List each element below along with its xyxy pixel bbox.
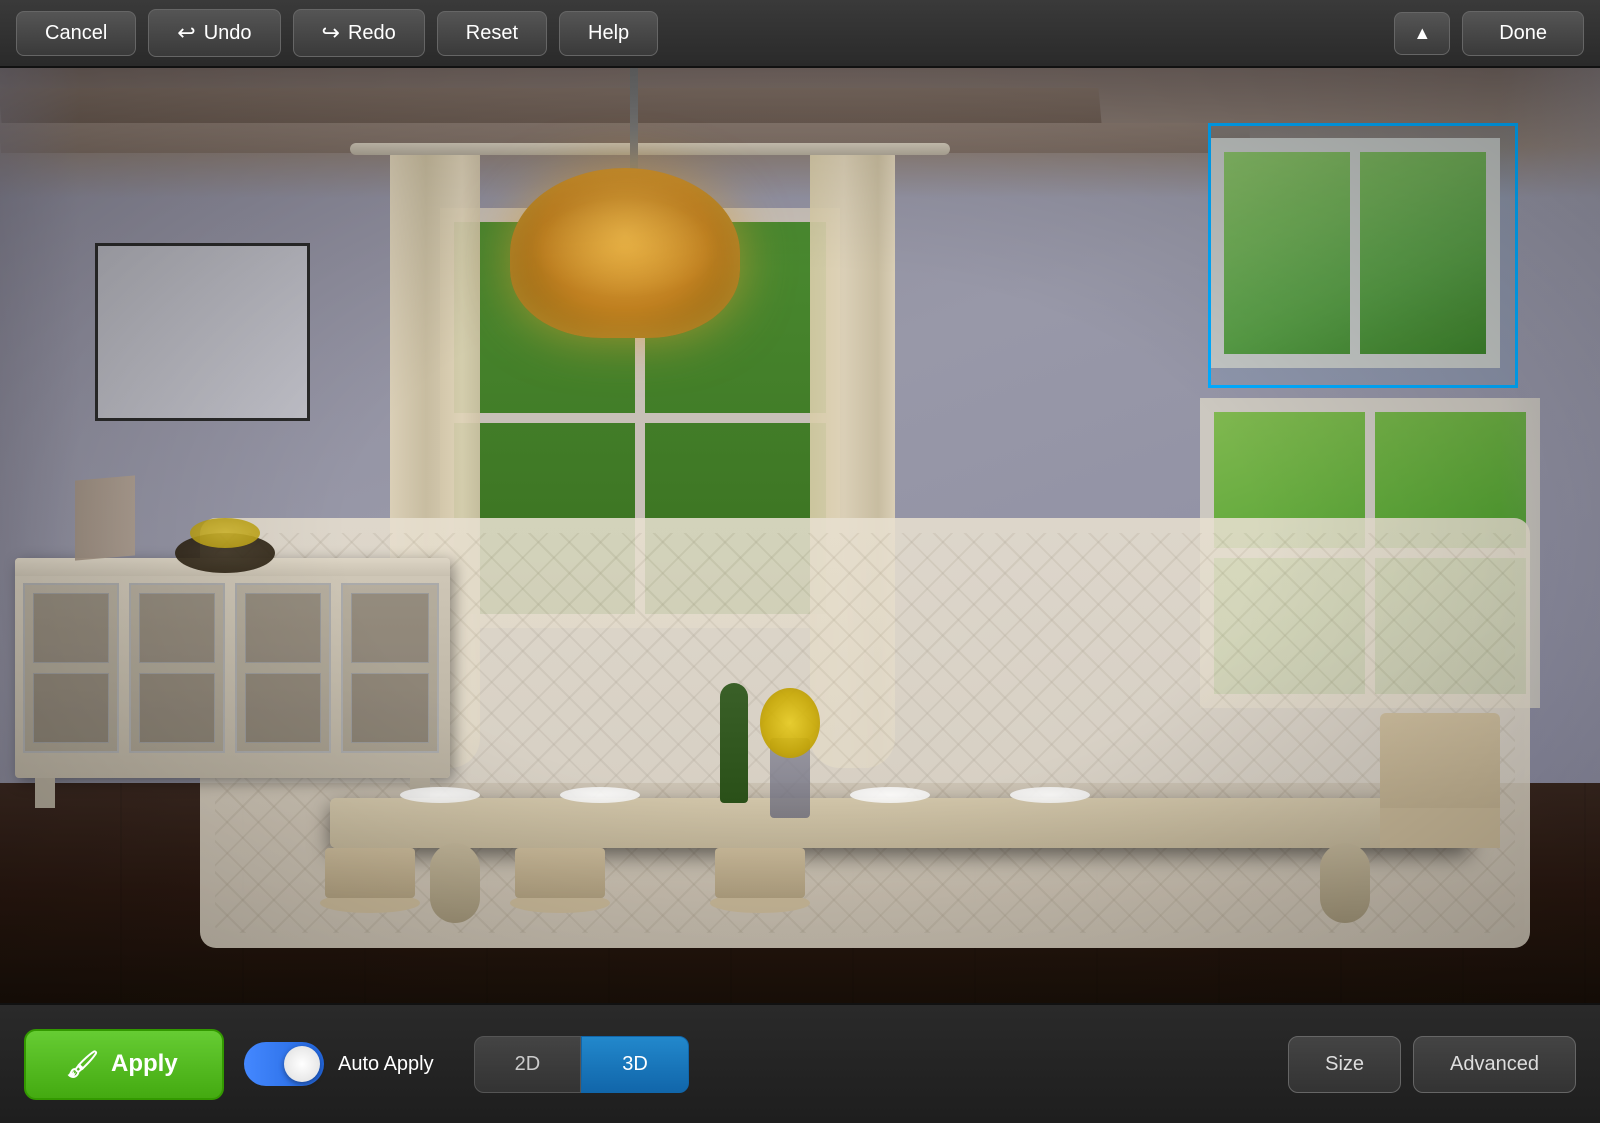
top-toolbar: Cancel ↩ Undo ↪ Redo Reset Help ▲ Done bbox=[0, 0, 1600, 68]
view-toggle-group: 2D 3D bbox=[474, 1036, 689, 1093]
reset-label: Reset bbox=[466, 22, 518, 45]
wine-bottle bbox=[720, 683, 748, 803]
reset-button[interactable]: Reset bbox=[437, 11, 547, 56]
curtain-rod bbox=[350, 143, 950, 155]
books bbox=[75, 475, 135, 560]
help-label: Help bbox=[588, 22, 629, 45]
auto-apply-label: Auto Apply bbox=[338, 1053, 434, 1076]
apply-button[interactable]: 🖌 Apply bbox=[24, 1029, 224, 1100]
chair-front-left bbox=[310, 753, 430, 913]
fruit-bowl bbox=[175, 533, 275, 573]
undo-label: Undo bbox=[204, 22, 252, 45]
collapse-button[interactable]: ▲ bbox=[1394, 12, 1450, 55]
bottom-right-buttons: Size Advanced bbox=[1288, 1036, 1576, 1093]
chair-front-center-left bbox=[500, 753, 620, 913]
wall-frame bbox=[95, 243, 310, 421]
bottom-toolbar: 🖌 Apply Auto Apply 2D 3D Size Advanced bbox=[0, 1003, 1600, 1123]
cancel-label: Cancel bbox=[45, 22, 107, 45]
room-scene bbox=[0, 68, 1600, 1003]
view-2d-label: 2D bbox=[515, 1053, 541, 1075]
undo-button[interactable]: ↩ Undo bbox=[148, 9, 280, 57]
plate-1 bbox=[400, 787, 480, 803]
window-right-top bbox=[1210, 138, 1500, 368]
done-label: Done bbox=[1499, 22, 1547, 44]
advanced-button[interactable]: Advanced bbox=[1413, 1036, 1576, 1093]
auto-apply-toggle[interactable] bbox=[244, 1042, 324, 1086]
redo-icon: ↪ bbox=[322, 20, 340, 46]
view-3d-label: 3D bbox=[622, 1053, 648, 1075]
scene-area[interactable] bbox=[0, 68, 1600, 1003]
table-leg-right bbox=[1320, 843, 1370, 923]
plate-3 bbox=[850, 787, 930, 803]
chair-right bbox=[1370, 713, 1510, 893]
advanced-label: Advanced bbox=[1450, 1053, 1539, 1075]
cancel-button[interactable]: Cancel bbox=[16, 11, 136, 56]
help-button[interactable]: Help bbox=[559, 11, 658, 56]
size-button[interactable]: Size bbox=[1288, 1036, 1401, 1093]
apply-label: Apply bbox=[111, 1050, 178, 1078]
done-button[interactable]: Done bbox=[1462, 11, 1584, 56]
plate-4 bbox=[1010, 787, 1090, 803]
plate-2 bbox=[560, 787, 640, 803]
collapse-icon: ▲ bbox=[1413, 23, 1431, 43]
view-3d-button[interactable]: 3D bbox=[581, 1036, 689, 1093]
paint-icon: 🖌 bbox=[66, 1049, 99, 1080]
undo-icon: ↩ bbox=[177, 20, 195, 46]
chandelier-glow bbox=[530, 198, 720, 298]
redo-button[interactable]: ↪ Redo bbox=[293, 9, 425, 57]
toggle-knob bbox=[284, 1046, 320, 1082]
ceiling-beam-1 bbox=[0, 88, 1102, 123]
auto-apply-container: Auto Apply bbox=[244, 1042, 434, 1086]
redo-label: Redo bbox=[348, 22, 396, 45]
view-2d-button[interactable]: 2D bbox=[474, 1036, 582, 1093]
size-label: Size bbox=[1325, 1053, 1364, 1075]
table-leg-left bbox=[430, 843, 480, 923]
flowers bbox=[760, 688, 820, 818]
